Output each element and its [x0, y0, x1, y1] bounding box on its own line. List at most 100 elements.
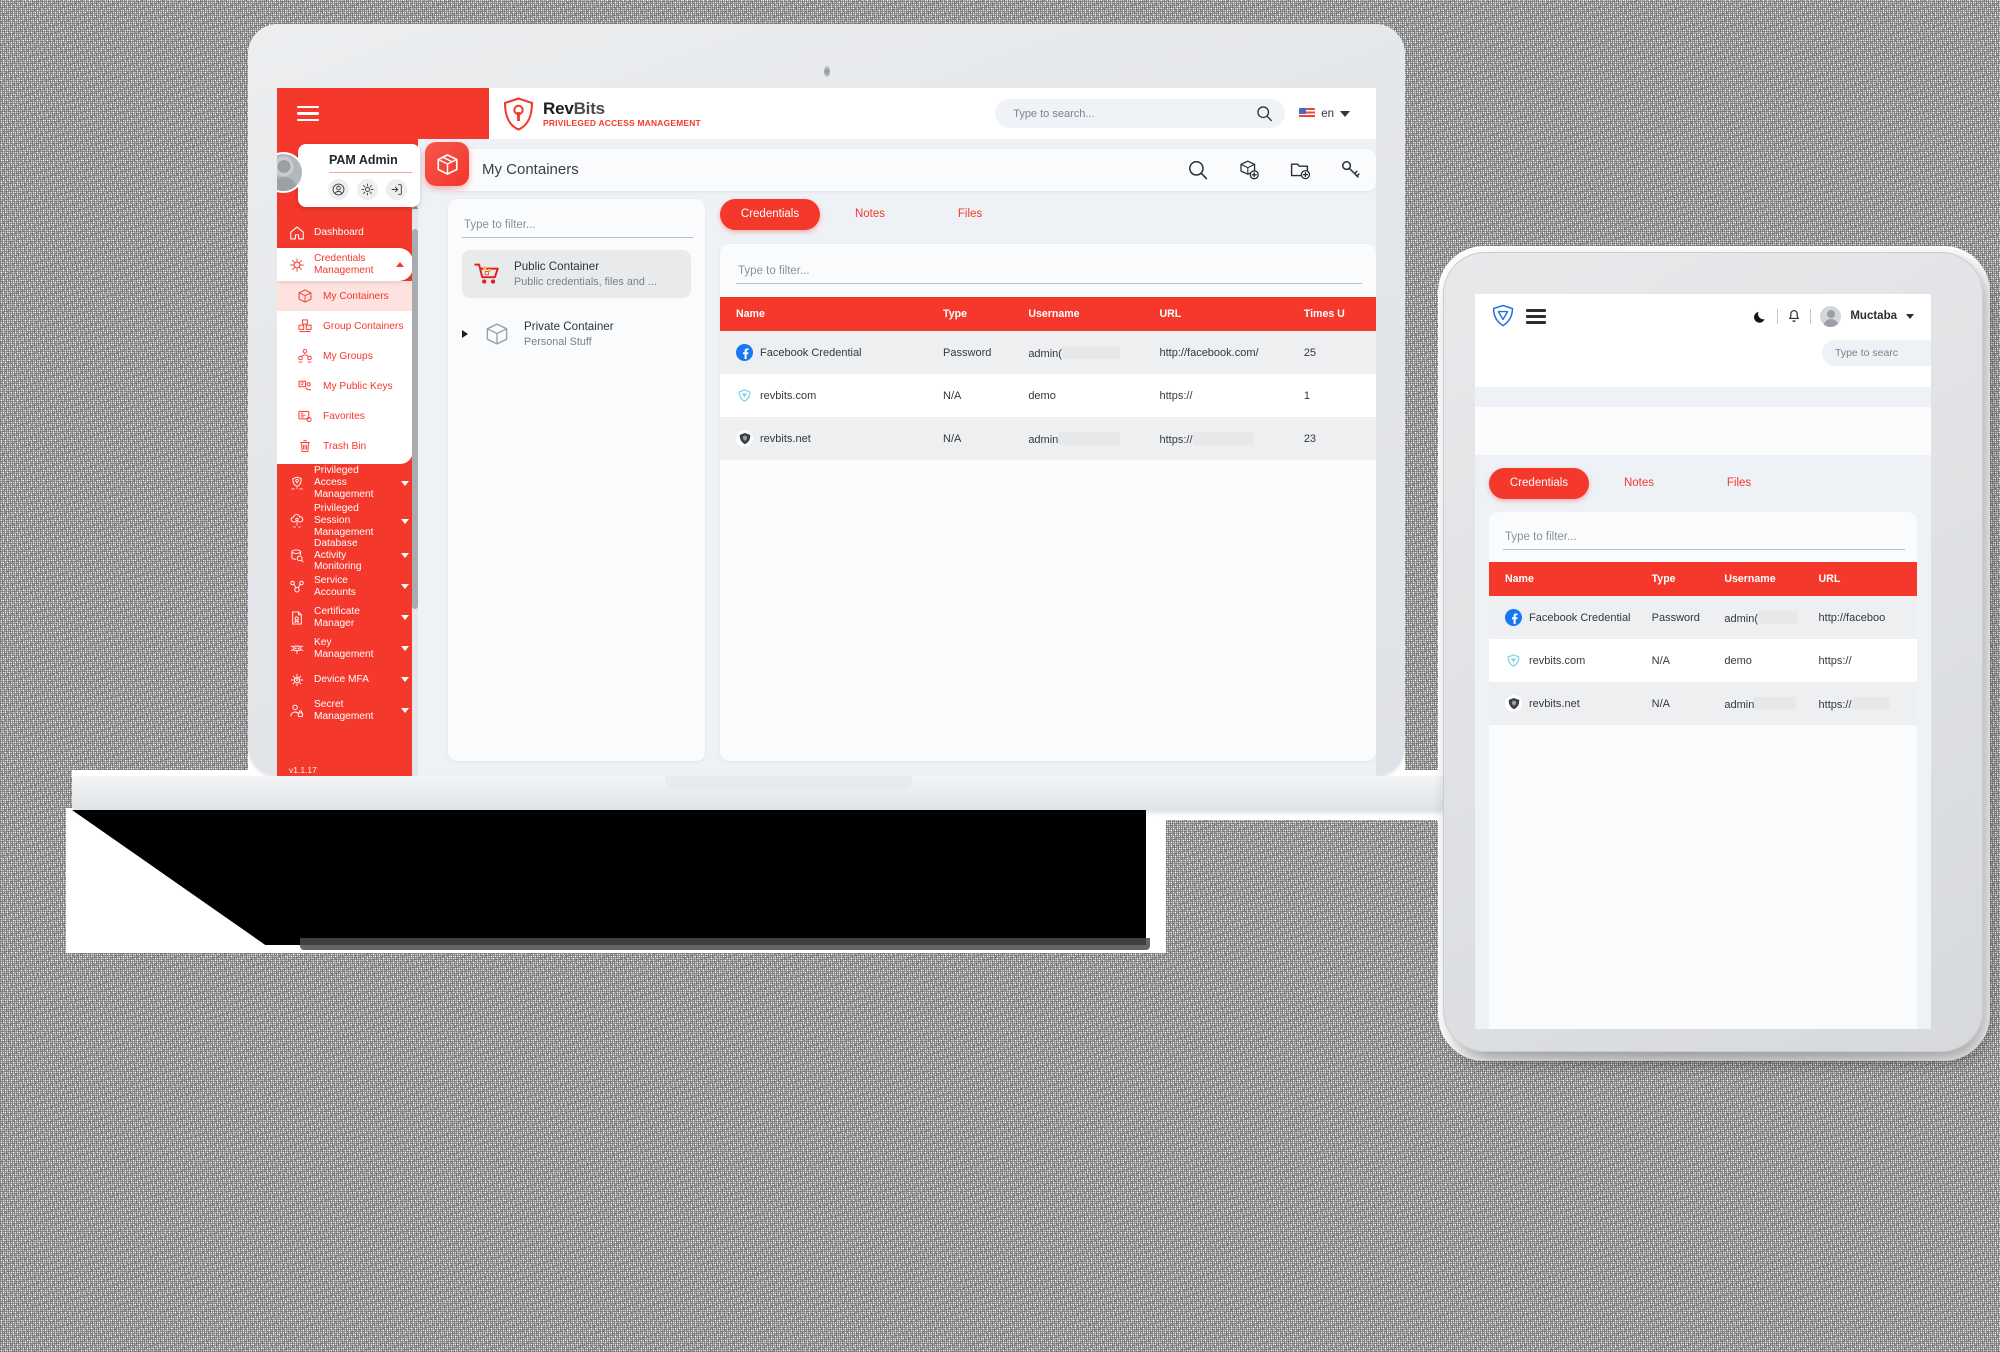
folder-plus-icon[interactable]: [1289, 159, 1311, 181]
tab-notes[interactable]: Notes: [1589, 468, 1689, 499]
sidebar-item-key-management[interactable]: Key Management: [277, 633, 418, 664]
container-name: Private Container: [524, 320, 614, 333]
profile-card: PAM Admin: [298, 144, 420, 207]
moon-icon[interactable]: [1753, 309, 1768, 324]
key-plus-icon[interactable]: [1340, 159, 1362, 181]
app-topbar: RevBits PRIVILEGED ACCESS MANAGEMENT en: [277, 88, 1376, 139]
sidebar-item-secret-management[interactable]: Secret Management: [277, 695, 418, 726]
app-version: v1.1.17: [289, 765, 317, 775]
cell-name: Facebook Credential: [720, 331, 943, 374]
chevron-down-icon[interactable]: [401, 584, 409, 589]
sidebar-item-service-accounts[interactable]: Service Accounts: [277, 571, 418, 602]
sidebar-item-credentials-management[interactable]: Credentials Management: [277, 248, 413, 281]
chevron-down-icon[interactable]: [401, 677, 409, 682]
search-icon[interactable]: [1187, 159, 1209, 181]
cell-username: admin(: [1724, 596, 1818, 639]
sidebar-item-trash-bin[interactable]: Trash Bin: [277, 431, 413, 461]
chevron-down-icon[interactable]: [401, 646, 409, 651]
logout-button[interactable]: [386, 179, 407, 200]
tablet-body: Credentials Notes Files Name Type Userna…: [1475, 455, 1931, 1029]
hamburger-icon[interactable]: [297, 105, 319, 122]
tab-files[interactable]: Files: [920, 199, 1020, 230]
detail-tabs: Credentials Notes Files: [720, 199, 1376, 230]
divider: [1810, 308, 1812, 324]
table-row[interactable]: Facebook Credential Password admin( http…: [1489, 596, 1917, 639]
tablet-search-box[interactable]: Type to searc: [1822, 340, 1931, 366]
col-times-used[interactable]: Times U: [1303, 297, 1376, 331]
sidebar-item-privileged-session-management[interactable]: Privileged Session Management: [277, 502, 418, 540]
bell-icon[interactable]: [1787, 309, 1801, 324]
cell-type: N/A: [943, 389, 962, 402]
col-url[interactable]: URL: [1159, 297, 1304, 331]
sidebar-item-privileged-access-management[interactable]: Privileged Access Management: [277, 464, 418, 502]
tab-notes[interactable]: Notes: [820, 199, 920, 230]
tablet-device: Muctaba Type to searc Credentials Notes …: [1443, 252, 1983, 1052]
table-row[interactable]: revbits.com N/A demo https://: [1489, 639, 1917, 682]
table-row[interactable]: revbits.com N/A demo https:// 1: [720, 374, 1376, 417]
public-key-icon: [297, 378, 313, 394]
sidebar-item-label: Credentials Management: [314, 252, 374, 276]
laptop-device: RevBits PRIVILEGED ACCESS MANAGEMENT en: [248, 24, 1405, 777]
tab-files[interactable]: Files: [1689, 468, 1789, 499]
chevron-up-icon[interactable]: [396, 262, 404, 267]
col-name[interactable]: Name: [1489, 562, 1652, 596]
laptop-screen: RevBits PRIVILEGED ACCESS MANAGEMENT en: [277, 88, 1376, 777]
chevron-down-icon[interactable]: [401, 518, 409, 524]
box-plus-icon[interactable]: [1238, 159, 1260, 181]
account-button[interactable]: [328, 179, 349, 200]
sidebar-item-favorites[interactable]: Favorites: [277, 401, 413, 431]
containers-filter-input[interactable]: [462, 219, 693, 238]
tab-credentials[interactable]: Credentials: [1489, 468, 1589, 499]
col-url[interactable]: URL: [1818, 562, 1917, 596]
chevron-down-icon[interactable]: [1906, 313, 1914, 319]
language-selector[interactable]: en: [1299, 108, 1350, 120]
container-item-public[interactable]: Public Container Public credentials, fil…: [462, 250, 691, 298]
col-username[interactable]: Username: [1724, 562, 1819, 596]
container-text: Private Container Personal Stuff: [524, 320, 614, 348]
table-row[interactable]: revbits.net N/A admin https:// 23: [720, 417, 1376, 460]
sidebar-item-certificate-manager[interactable]: Certificate Manager: [277, 602, 418, 633]
settings-button[interactable]: [357, 179, 378, 200]
table-filter-input[interactable]: [736, 265, 1362, 284]
table-row[interactable]: Facebook Credential Password admin( http…: [720, 331, 1376, 374]
app-body: PAM Admin Dashboard Credentials Manageme…: [277, 139, 1376, 777]
search-icon[interactable]: [1256, 105, 1273, 122]
sidebar-item-my-containers[interactable]: My Containers: [277, 281, 413, 311]
sidebar-item-label: Key Management: [314, 636, 374, 660]
chevron-down-icon[interactable]: [401, 615, 409, 620]
page-header: My Containers: [418, 139, 1376, 199]
col-type[interactable]: Type: [1651, 562, 1725, 596]
container-item-private[interactable]: Private Container Personal Stuff: [462, 310, 691, 358]
session-cloud-icon: [289, 513, 305, 529]
credential-name: revbits.com: [760, 389, 817, 402]
sidebar-item-device-mfa[interactable]: Device MFA: [277, 664, 418, 695]
col-type[interactable]: Type: [943, 297, 1029, 331]
avatar[interactable]: [1820, 305, 1842, 327]
sidebar-item-label: Secret Management: [314, 698, 374, 722]
sidebar-item-my-public-keys[interactable]: My Public Keys: [277, 371, 413, 401]
chevron-down-icon[interactable]: [1340, 110, 1350, 117]
global-search-box[interactable]: [995, 99, 1286, 128]
sidebar-item-group-containers[interactable]: Group Containers: [277, 311, 413, 341]
chevron-down-icon[interactable]: [401, 708, 409, 713]
search-input[interactable]: [1011, 106, 1257, 121]
hamburger-icon[interactable]: [1526, 308, 1546, 324]
facebook-icon: [1505, 609, 1522, 626]
user-circle-icon: [332, 183, 345, 196]
chevron-down-icon[interactable]: [401, 553, 409, 558]
tablet-filter-input[interactable]: [1503, 531, 1905, 550]
table-row[interactable]: revbits.net N/A admin https://: [1489, 682, 1917, 725]
expand-triangle-icon[interactable]: [462, 330, 468, 338]
revbits-icon: [736, 387, 753, 404]
chevron-down-icon[interactable]: [401, 480, 409, 486]
sidebar-item-database-activity-monitoring[interactable]: Database Activity Monitoring: [277, 538, 418, 572]
cell-name: revbits.net: [1489, 682, 1652, 725]
col-username[interactable]: Username: [1028, 297, 1160, 331]
sidebar-item-dashboard[interactable]: Dashboard: [277, 217, 418, 248]
tab-credentials[interactable]: Credentials: [720, 199, 820, 230]
sidebar-item-my-groups[interactable]: My Groups: [277, 341, 413, 371]
laptop-camera-icon: [823, 66, 830, 77]
page-actions: [1187, 159, 1362, 181]
col-name[interactable]: Name: [720, 297, 944, 331]
credential-name: revbits.net: [1529, 697, 1580, 710]
